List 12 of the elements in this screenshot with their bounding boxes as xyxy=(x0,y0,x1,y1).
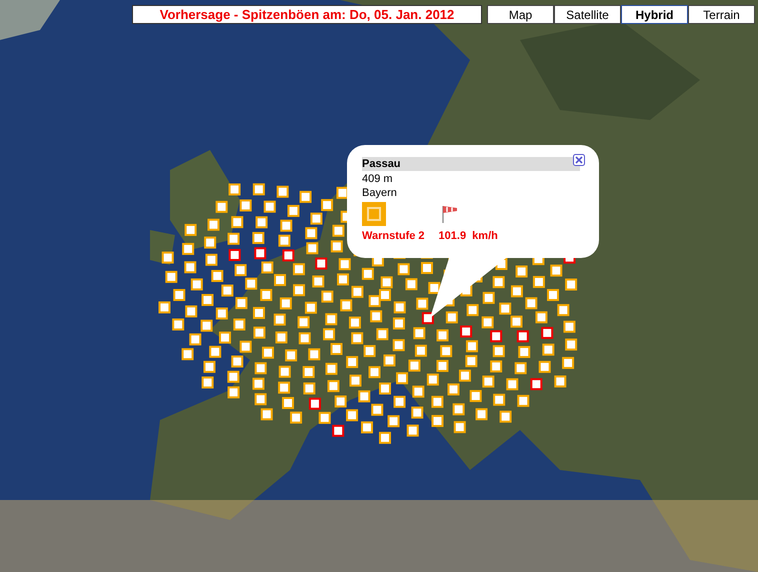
close-icon[interactable] xyxy=(573,154,585,166)
windsock-icon xyxy=(441,204,459,224)
map-type-button[interactable]: Satellite xyxy=(554,5,621,24)
gust-speed: 101.9 km/h xyxy=(438,230,498,242)
map-type-button[interactable]: Map xyxy=(487,5,554,24)
station-name: Passau xyxy=(362,157,580,171)
forecast-title: Vorhersage - Spitzenböen am: Do, 05. Jan. 2012 xyxy=(132,5,482,24)
station-region: Bayern xyxy=(362,187,398,199)
warning-level-text: Warnstufe 2 xyxy=(362,230,425,242)
map-type-button[interactable]: Terrain xyxy=(688,5,755,24)
station-altitude: 409 m xyxy=(362,173,394,185)
map-type-button[interactable]: Hybrid xyxy=(621,5,688,24)
